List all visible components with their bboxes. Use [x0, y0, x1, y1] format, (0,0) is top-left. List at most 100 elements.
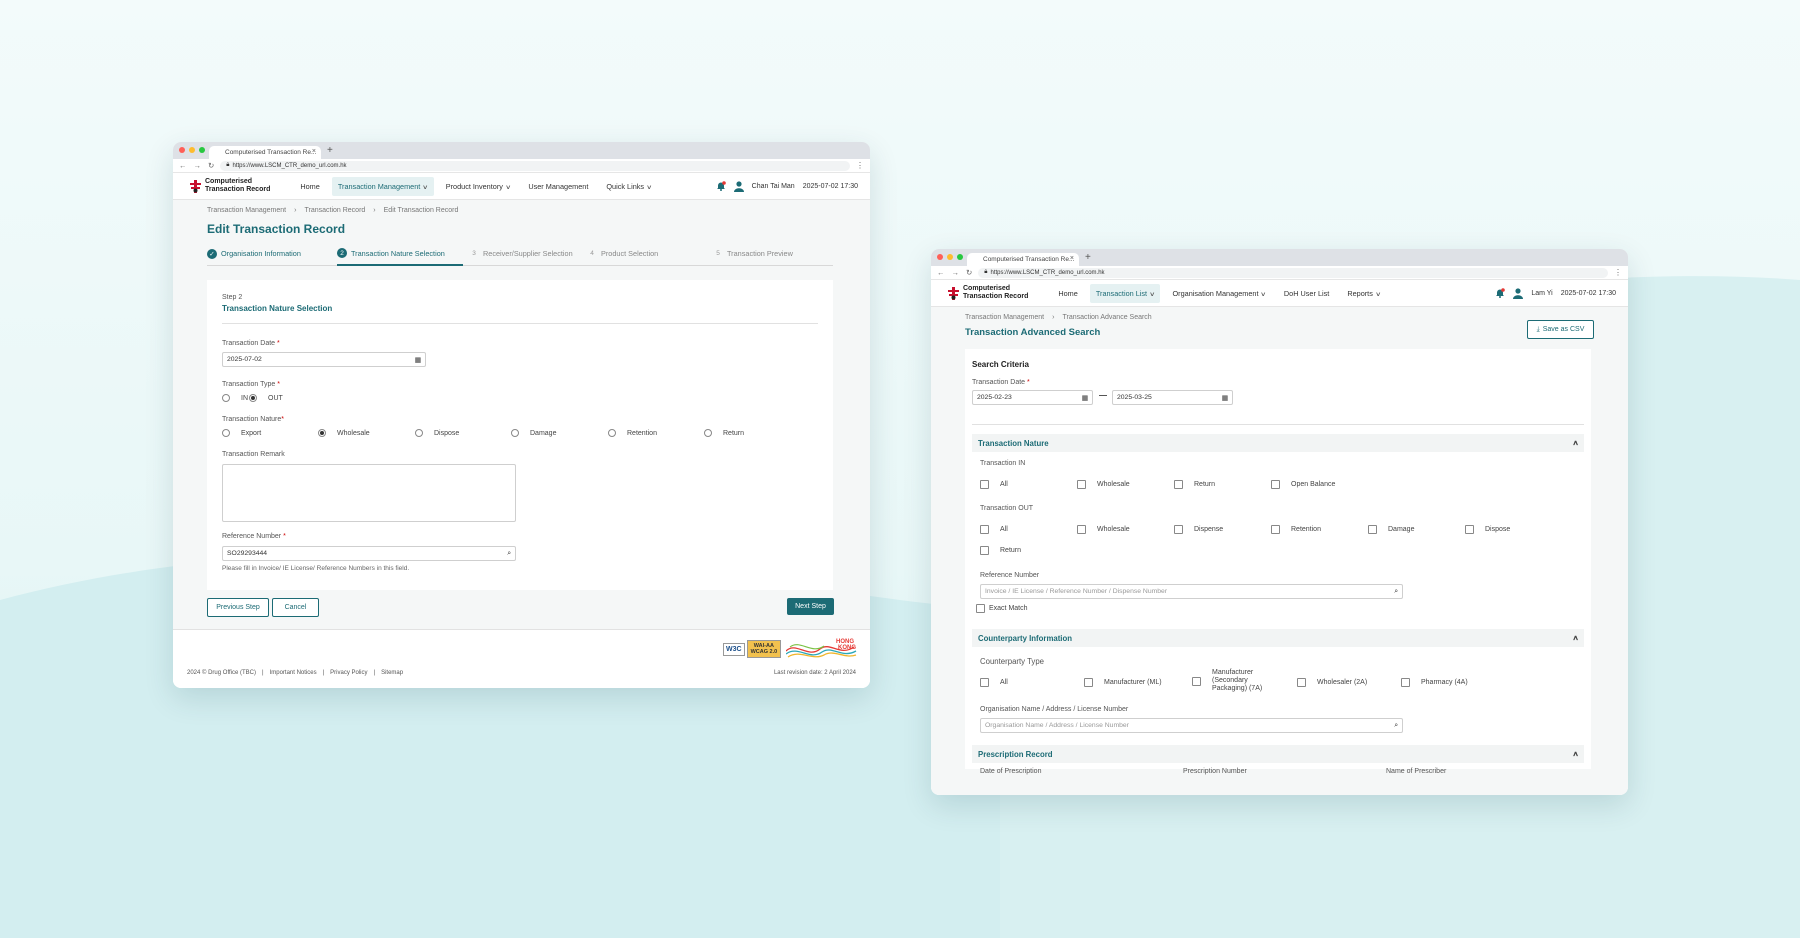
new-tab-icon[interactable]: + — [1085, 252, 1091, 266]
transaction-date-input[interactable]: 2025-07-02 ▦ — [222, 352, 426, 367]
nav-organisation-management[interactable]: Organisation Management ∨ — [1166, 284, 1271, 303]
calendar-icon[interactable]: ▦ — [415, 356, 421, 364]
nav-home[interactable]: Home — [294, 177, 325, 196]
chevron-up-icon[interactable]: ∧ — [1572, 439, 1579, 447]
nature-wholesale-radio[interactable]: Wholesale — [318, 429, 370, 437]
reference-number-input[interactable]: SO29293444 ⌕ — [222, 546, 516, 561]
cancel-button[interactable]: Cancel — [272, 598, 319, 617]
nature-export-radio[interactable]: Export — [222, 429, 261, 437]
bell-icon[interactable] — [1495, 288, 1506, 298]
new-tab-icon[interactable]: + — [327, 145, 333, 159]
out-wholesale-checkbox[interactable]: Wholesale — [1077, 525, 1130, 534]
url-field[interactable]: 🔒︎ https://www.LSCM_CTR_demo_url.com.hk — [220, 160, 850, 171]
date-to-input[interactable]: 2025-03-25 ▦ — [1112, 390, 1233, 405]
cp-all-checkbox[interactable]: All — [980, 678, 1008, 687]
app-logo[interactable]: Computerised Transaction Record — [948, 285, 1028, 301]
counterparty-section[interactable]: Counterparty Information ∧ — [972, 629, 1584, 647]
close-dot[interactable] — [937, 254, 943, 260]
out-retention-checkbox[interactable]: Retention — [1271, 525, 1321, 534]
minimize-dot[interactable] — [189, 147, 195, 153]
nav-product-inventory[interactable]: Product Inventory ∨ — [440, 177, 517, 196]
reload-icon[interactable]: ↻ — [208, 161, 214, 170]
nature-dispose-radio[interactable]: Dispose — [415, 429, 459, 437]
calendar-icon[interactable]: ▦ — [1082, 394, 1088, 402]
maximize-dot[interactable] — [957, 254, 963, 260]
out-return-checkbox[interactable]: Return — [980, 546, 1021, 555]
accessibility-badge[interactable]: W3C WAI-AA WCAG 2.0 — [723, 640, 782, 658]
sitemap-link[interactable]: Sitemap — [381, 670, 403, 676]
browser-tab[interactable]: Computerised Transaction Re... × — [967, 253, 1079, 266]
step-3[interactable]: 3 Receiver/Supplier Selection — [463, 248, 587, 265]
chevron-up-icon[interactable]: ∧ — [1572, 634, 1579, 642]
previous-step-button[interactable]: Previous Step — [207, 598, 269, 617]
step-2[interactable]: 2 Transaction Nature Selection — [337, 248, 463, 266]
step-5[interactable]: 5 Transaction Preview — [713, 248, 793, 265]
important-notices-link[interactable]: Important Notices — [270, 670, 317, 676]
nav-user-management[interactable]: User Management — [522, 177, 594, 196]
minimize-dot[interactable] — [947, 254, 953, 260]
search-icon[interactable]: ⌕ — [1394, 722, 1398, 730]
cp-wholesaler-checkbox[interactable]: Wholesaler (2A) — [1297, 678, 1367, 687]
browser-tab[interactable]: Computerised Transaction Re... × — [209, 146, 321, 159]
back-icon[interactable]: ← — [179, 161, 187, 170]
tab-close-icon[interactable]: × — [1070, 255, 1074, 262]
forward-icon[interactable]: → — [194, 161, 202, 170]
prescription-section[interactable]: Prescription Record ∧ — [972, 745, 1584, 763]
user-icon[interactable] — [1513, 287, 1524, 299]
in-return-checkbox[interactable]: Return — [1174, 480, 1215, 489]
maximize-dot[interactable] — [199, 147, 205, 153]
nature-return-radio[interactable]: Return — [704, 429, 744, 437]
nav-doh-user-list[interactable]: DoH User List — [1278, 284, 1335, 303]
browser-menu-icon[interactable]: ⋮ — [1608, 268, 1628, 277]
remark-textarea[interactable] — [222, 464, 516, 522]
nature-damage-radio[interactable]: Damage — [511, 429, 556, 437]
search-icon[interactable]: ⌕ — [507, 550, 511, 558]
out-damage-checkbox[interactable]: Damage — [1368, 525, 1414, 534]
nav-quick-links[interactable]: Quick Links ∨ — [600, 177, 657, 196]
breadcrumb-item[interactable]: Transaction Record — [304, 207, 365, 214]
tab-close-icon[interactable]: × — [312, 148, 316, 155]
step-4[interactable]: 4 Product Selection — [587, 248, 713, 265]
reference-number-input[interactable]: Invoice / IE License / Reference Number … — [980, 584, 1403, 599]
cp-manufacturer-checkbox[interactable]: Manufacturer (ML) — [1084, 678, 1162, 687]
calendar-icon[interactable]: ▦ — [1222, 394, 1228, 402]
next-step-button[interactable]: Next Step — [787, 598, 834, 615]
search-icon[interactable]: ⌕ — [1394, 588, 1398, 596]
user-name[interactable]: Lam Yi — [1531, 290, 1552, 297]
cp-pharmacy-checkbox[interactable]: Pharmacy (4A) — [1401, 678, 1468, 687]
cp-manufacturer-secondary-checkbox[interactable]: Manufacturer (Secondary Packaging) (7A) — [1192, 669, 1274, 693]
exact-match-checkbox[interactable]: Exact Match — [976, 604, 1028, 613]
type-out-radio[interactable]: OUT — [249, 394, 283, 402]
app-logo[interactable]: Computerised Transaction Record — [190, 178, 270, 194]
user-name[interactable]: Chan Tai Man — [752, 183, 795, 190]
in-all-checkbox[interactable]: All — [980, 480, 1008, 489]
user-icon[interactable] — [733, 180, 744, 192]
out-dispose-checkbox[interactable]: Dispose — [1465, 525, 1510, 534]
nav-home[interactable]: Home — [1052, 284, 1083, 303]
nav-transaction-management[interactable]: Transaction Management ∨ — [331, 176, 434, 196]
browser-menu-icon[interactable]: ⋮ — [850, 161, 870, 170]
save-as-csv-button[interactable]: ⤓ Save as CSV — [1527, 320, 1594, 339]
bell-icon[interactable] — [716, 181, 726, 191]
reload-icon[interactable]: ↻ — [966, 268, 972, 277]
nav-reports[interactable]: Reports ∨ — [1341, 284, 1386, 303]
back-icon[interactable]: ← — [937, 268, 945, 277]
nav-transaction-list[interactable]: Transaction List ∨ — [1089, 283, 1161, 303]
forward-icon[interactable]: → — [952, 268, 960, 277]
out-dispense-checkbox[interactable]: Dispense — [1174, 525, 1223, 534]
in-open-balance-checkbox[interactable]: Open Balance — [1271, 480, 1335, 489]
out-all-checkbox[interactable]: All — [980, 525, 1008, 534]
breadcrumb-item[interactable]: Transaction Management — [965, 314, 1044, 321]
in-wholesale-checkbox[interactable]: Wholesale — [1077, 480, 1130, 489]
url-field[interactable]: 🔒︎ https://www.LSCM_CTR_demo_url.com.hk — [978, 267, 1608, 278]
chevron-up-icon[interactable]: ∧ — [1572, 750, 1579, 758]
step-1[interactable]: ✓ Organisation Information — [207, 248, 337, 265]
organisation-search-input[interactable]: Organisation Name / Address / License Nu… — [980, 718, 1403, 733]
transaction-nature-section[interactable]: Transaction Nature ∧ — [972, 434, 1584, 452]
type-in-radio[interactable]: IN — [222, 394, 248, 402]
breadcrumb-item[interactable]: Transaction Management — [207, 207, 286, 214]
close-dot[interactable] — [179, 147, 185, 153]
privacy-policy-link[interactable]: Privacy Policy — [330, 670, 367, 676]
nature-retention-radio[interactable]: Retention — [608, 429, 657, 437]
date-from-input[interactable]: 2025-02-23 ▦ — [972, 390, 1093, 405]
